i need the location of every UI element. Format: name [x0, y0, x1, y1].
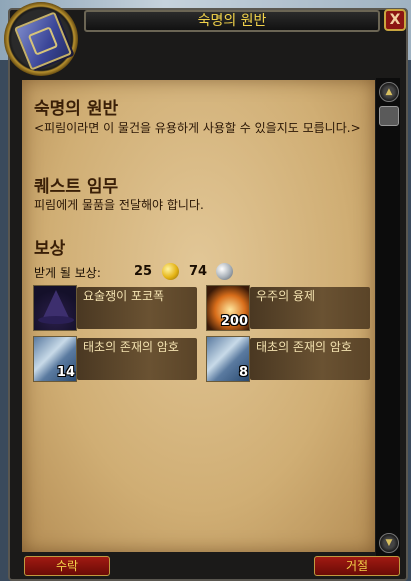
- reward-item[interactable]: 우주의 융제 200: [206, 285, 372, 331]
- accept-button[interactable]: 수락: [24, 556, 110, 576]
- quest-portrait: [4, 2, 78, 76]
- objective-text: 피림에게 물품을 전달해야 합니다.: [34, 198, 204, 212]
- close-button[interactable]: X: [384, 9, 406, 31]
- reward-item[interactable]: 요술쟁이 포코폭: [33, 285, 199, 331]
- gold-amount: 25: [134, 264, 153, 279]
- rewards-heading: 보상: [34, 239, 66, 259]
- book-icon: [13, 11, 73, 71]
- reward-item-name: 요술쟁이 포코폭: [83, 289, 165, 303]
- reward-item-count: 8: [238, 365, 248, 380]
- scroll-down-button[interactable]: ▼: [379, 533, 399, 553]
- silver-amount: 74: [189, 264, 208, 279]
- scroll-up-button[interactable]: ▲: [379, 82, 399, 102]
- wizard-hat-icon: [33, 285, 77, 331]
- scrollbar[interactable]: [376, 78, 400, 556]
- rewards-receive-label: 받게 될 보상:: [34, 266, 101, 280]
- objective-heading: 퀘스트 임무: [34, 177, 119, 197]
- reward-item-name: 태초의 존재의 암호: [256, 340, 352, 354]
- scrollbar-thumb[interactable]: [379, 106, 399, 126]
- reward-item[interactable]: 태초의 존재의 암호 14: [33, 336, 199, 382]
- window-title: 숙명의 원반: [84, 10, 380, 32]
- quest-description: <피림이라면 이 물건을 유용하게 사용할 수 있을지도 모릅니다.>: [34, 121, 361, 135]
- reward-item-name: 우주의 융제: [256, 289, 316, 303]
- reward-item[interactable]: 태초의 존재의 암호 8: [206, 336, 372, 382]
- gold-coin-icon: [162, 263, 179, 280]
- silver-coin-icon: [216, 263, 233, 280]
- reward-item-name: 태초의 존재의 암호: [83, 340, 179, 354]
- reward-item-count: 200: [220, 314, 248, 329]
- reward-item-count: 14: [56, 365, 75, 380]
- quest-title: 숙명의 원반: [34, 99, 119, 119]
- decline-button[interactable]: 거절: [314, 556, 400, 576]
